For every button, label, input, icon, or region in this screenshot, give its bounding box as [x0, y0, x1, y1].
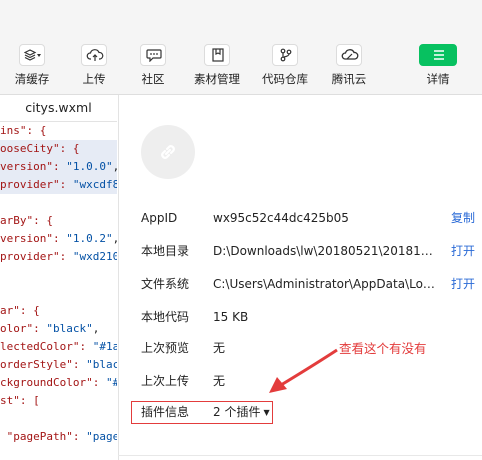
code-line: provider": "wxd210 [0, 248, 117, 266]
code-string: "#1a [92, 340, 117, 353]
community-label: 社区 [141, 72, 165, 86]
code-key: ar": { [0, 304, 40, 317]
code-string: "wxcdf8 [72, 178, 117, 191]
code-string: "black [86, 358, 117, 371]
code-line: ar": { [0, 302, 117, 320]
code-key: arBy": { [0, 214, 53, 227]
plugin-count: 2 个插件 [213, 405, 261, 419]
file-system-label: 文件系统 [141, 277, 190, 291]
editor-tab-bar: citys.wxml [0, 95, 117, 122]
folder-icon [204, 44, 230, 66]
local-dir-label: 本地目录 [141, 244, 190, 258]
code-line: ckgroundColor": "# [0, 374, 117, 392]
local-dir-value: D:\Downloads\lw\20180521\20181118 [213, 244, 437, 258]
code-string: "1.0.2" [66, 232, 113, 245]
copy-appid-link[interactable]: 复制 [451, 208, 475, 228]
code-key: "pagePath": [0, 430, 87, 443]
tencent-cloud-button[interactable]: 腾讯云 [321, 44, 377, 87]
upload-label: 上传 [82, 72, 106, 86]
code-string: "# [105, 376, 117, 389]
code-key: ckgroundColor": [0, 376, 106, 389]
menu-icon [419, 44, 457, 66]
annotation-arrow-icon [269, 348, 338, 393]
divider [118, 455, 482, 456]
code-line: arBy": { [0, 212, 117, 230]
plugin-info-dropdown[interactable]: 2 个插件 ▼ [213, 402, 270, 423]
open-file-system-link[interactable]: 打开 [451, 274, 475, 294]
chat-bubble-icon [140, 44, 166, 66]
code-key: ins": { [0, 124, 47, 137]
code-line: version": "1.0.0", [0, 158, 117, 176]
clear-cache-button[interactable]: 清缓存 [4, 44, 60, 87]
code-line: olor": "black", [0, 320, 117, 338]
layers-icon [19, 44, 45, 66]
code-key: version": [0, 160, 67, 173]
code-line: orderStyle": "black [0, 356, 117, 374]
code-key: provider": [0, 250, 73, 263]
code-line: ins": { [0, 122, 117, 140]
code-line: "pagePath": "page [0, 428, 117, 446]
upload-button[interactable]: 上传 [66, 44, 122, 87]
cloud-icon [336, 44, 362, 66]
code-string: "page [86, 430, 117, 443]
annotation-text: 查看这个有没有 [339, 341, 427, 356]
code-line: provider": "wxcdf8 [0, 176, 117, 194]
plugin-info-label: 插件信息 [141, 405, 190, 419]
assets-label: 素材管理 [194, 72, 240, 86]
code-line: lectedColor": "#1a [0, 338, 117, 356]
caret-down-icon: ▼ [263, 408, 270, 417]
tab-citys-wxml[interactable]: citys.wxml [0, 95, 117, 121]
code-size-label: 本地代码 [141, 310, 190, 324]
details-label: 详情 [426, 72, 450, 86]
file-system-value: C:\Users\Administrator\AppData\Local\... [213, 277, 437, 291]
code-punct: , [113, 232, 117, 245]
assets-button[interactable]: 素材管理 [189, 44, 245, 87]
code-key: orderStyle": [0, 358, 87, 371]
open-local-dir-link[interactable]: 打开 [451, 241, 475, 261]
code-size-value: 15 KB [213, 310, 249, 324]
code-editor[interactable]: ins": {ooseCity": {version": "1.0.0",pro… [0, 122, 117, 460]
project-details-panel: AppID wx95c52c44dc425b05 复制 本地目录 D:\Down… [118, 95, 482, 460]
git-branch-icon [272, 44, 298, 66]
cloud-upload-icon [81, 44, 107, 66]
clear-cache-label: 清缓存 [14, 72, 50, 86]
code-key: version": [0, 232, 67, 245]
code-string: "1.0.0" [66, 160, 113, 173]
avatar [141, 125, 195, 179]
code-key: lectedColor": [0, 340, 93, 353]
code-line: st": [ [0, 392, 117, 410]
code-key [0, 448, 13, 460]
last-upload-label: 上次上传 [141, 374, 190, 388]
appid-value: wx95c52c44dc425b05 [213, 211, 349, 225]
code-line: ooseCity": { [0, 140, 117, 158]
code-line [0, 446, 117, 460]
appid-label: AppID [141, 211, 178, 225]
toolbar: 清缓存 上传 社区 素材管理 代码仓库 腾讯云 详情 [0, 0, 482, 95]
code-string: "wxd210 [72, 250, 117, 263]
last-preview-label: 上次预览 [141, 341, 190, 355]
code-key: ooseCity": { [0, 142, 80, 155]
code-key: provider": [0, 178, 73, 191]
code-punct: , [113, 160, 117, 173]
code-repo-label: 代码仓库 [262, 72, 308, 86]
code-key: olor": [0, 322, 47, 335]
code-repo-button[interactable]: 代码仓库 [257, 44, 313, 87]
tencent-cloud-label: 腾讯云 [331, 72, 367, 86]
code-line: version": "1.0.2", [0, 230, 117, 248]
code-punct: , [92, 322, 100, 335]
community-button[interactable]: 社区 [125, 44, 181, 87]
code-string: "black" [46, 322, 93, 335]
details-button[interactable]: 详情 [410, 44, 466, 87]
code-key: st": [ [0, 394, 40, 407]
